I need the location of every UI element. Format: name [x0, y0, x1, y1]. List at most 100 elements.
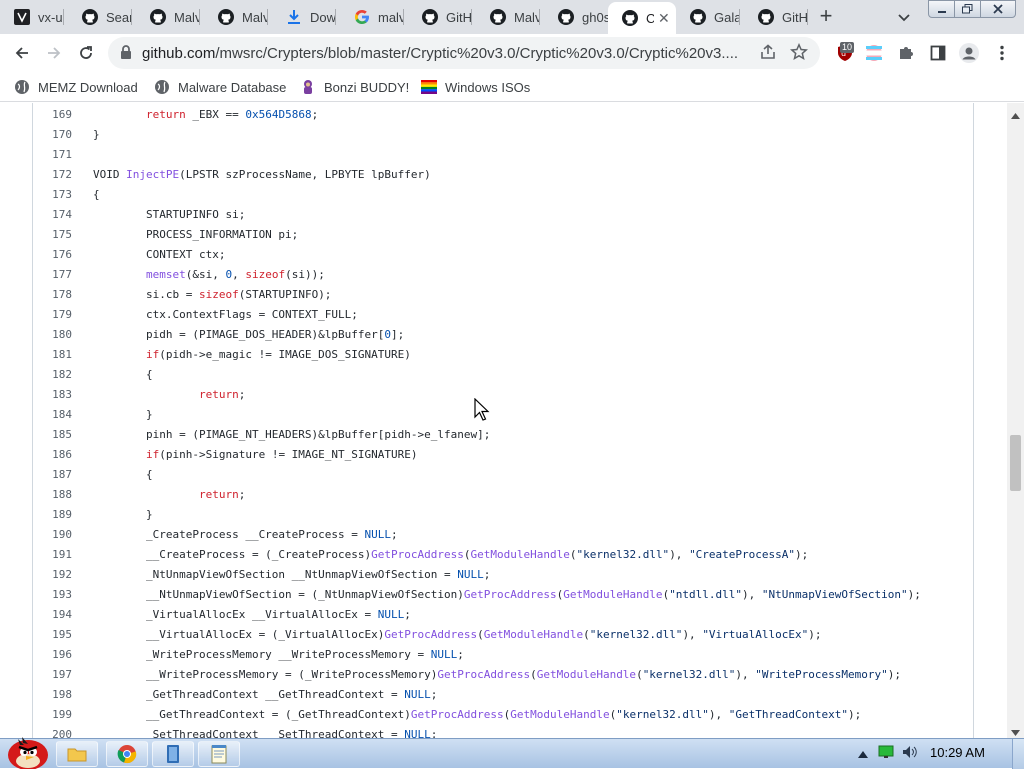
code-text: PROCESS_INFORMATION pi;: [93, 225, 298, 245]
browser-tab[interactable]: gh0s: [544, 0, 608, 34]
close-window-button[interactable]: [980, 0, 1016, 18]
browser-tab[interactable]: Dow: [272, 0, 336, 34]
line-number[interactable]: 173: [38, 185, 72, 205]
side-panel-button[interactable]: [926, 41, 950, 65]
code-token: ;: [457, 648, 464, 661]
code-line: 177 memset(&si, 0, sizeof(si));: [32, 265, 974, 285]
tab-separator: [131, 9, 132, 25]
share-icon[interactable]: [759, 43, 777, 66]
line-number[interactable]: 184: [38, 405, 72, 425]
code-text: {: [93, 365, 153, 385]
show-desktop-button[interactable]: [1012, 739, 1024, 769]
bookmark-bonzi-buddy[interactable]: Bonzi BUDDY!: [300, 77, 409, 97]
browser-tab[interactable]: vx-u: [0, 0, 64, 34]
line-number[interactable]: 190: [38, 525, 72, 545]
scroll-up-icon[interactable]: [1011, 106, 1020, 124]
line-number[interactable]: 172: [38, 165, 72, 185]
line-number[interactable]: 187: [38, 465, 72, 485]
code-text: if(pinh->Signature != IMAGE_NT_SIGNATURE…: [93, 445, 418, 465]
browser-tab[interactable]: Malv: [476, 0, 540, 34]
line-number[interactable]: 191: [38, 545, 72, 565]
bookmark-windows-isos[interactable]: Windows ISOs: [421, 77, 530, 97]
taskbar: 10:29 AM: [0, 737, 1024, 770]
line-number[interactable]: 197: [38, 665, 72, 685]
line-number[interactable]: 194: [38, 605, 72, 625]
line-number[interactable]: 198: [38, 685, 72, 705]
browser-tab[interactable]: GitH: [408, 0, 472, 34]
code-token: "WriteProcessMemory": [755, 668, 888, 681]
line-number[interactable]: 180: [38, 325, 72, 345]
line-number[interactable]: 188: [38, 485, 72, 505]
browser-tab[interactable]: Malv: [204, 0, 268, 34]
url-text[interactable]: github.com/mwsrc/Crypters/blob/master/Cr…: [142, 45, 754, 62]
line-number[interactable]: 195: [38, 625, 72, 645]
bookmark-malware-database[interactable]: Malware Database: [154, 77, 286, 97]
line-number[interactable]: 176: [38, 245, 72, 265]
github-icon: [490, 9, 506, 25]
more-vertical-icon: [1000, 45, 1004, 61]
taskbar-app[interactable]: [152, 741, 194, 767]
browser-tab[interactable]: Sear: [68, 0, 132, 34]
line-number[interactable]: 193: [38, 585, 72, 605]
line-number[interactable]: 189: [38, 505, 72, 525]
back-button[interactable]: [10, 41, 34, 65]
line-number[interactable]: 186: [38, 445, 72, 465]
volume-tray-button[interactable]: [902, 745, 918, 764]
code-token: (pidh->e_magic != IMAGE_DOS_SIGNATURE): [159, 348, 411, 361]
minimize-button[interactable]: [928, 0, 955, 18]
extensions-button[interactable]: [894, 41, 918, 65]
code-token: _CreateProcess __CreateProcess =: [93, 528, 365, 541]
line-number[interactable]: 192: [38, 565, 72, 585]
line-number[interactable]: 177: [38, 265, 72, 285]
code-token: GetProcAddress: [410, 708, 504, 721]
taskbar-explorer[interactable]: [56, 741, 98, 767]
code-line: 193 __NtUnmapViewOfSection = (_NtUnmapVi…: [32, 585, 974, 605]
browser-menu-button[interactable]: [990, 41, 1014, 65]
forward-button[interactable]: [42, 41, 66, 65]
show-hidden-icons-button[interactable]: [858, 745, 868, 763]
extension-flag[interactable]: [862, 41, 886, 65]
start-button[interactable]: [4, 731, 50, 770]
network-tray-button[interactable]: [878, 745, 894, 764]
vertical-scrollbar[interactable]: [1007, 103, 1024, 738]
browser-tab[interactable]: Malv: [136, 0, 200, 34]
bookmark-memz-download[interactable]: MEMZ Download: [14, 77, 138, 97]
line-number[interactable]: 174: [38, 205, 72, 225]
tab-separator: [539, 9, 540, 25]
tab-search-button[interactable]: [892, 5, 916, 29]
browser-tab[interactable]: GitH: [744, 0, 808, 34]
restore-button[interactable]: [954, 0, 981, 18]
line-number[interactable]: 178: [38, 285, 72, 305]
code-token: ),: [742, 588, 762, 601]
browser-tab[interactable]: C ✕: [608, 2, 676, 34]
line-number[interactable]: 170: [38, 125, 72, 145]
line-number[interactable]: 179: [38, 305, 72, 325]
browser-tab[interactable]: malv: [340, 0, 404, 34]
bookmark-star-icon[interactable]: [789, 42, 809, 66]
taskbar-clock[interactable]: 10:29 AM: [930, 745, 985, 760]
line-number[interactable]: 183: [38, 385, 72, 405]
taskbar-chrome[interactable]: [106, 741, 148, 767]
line-number[interactable]: 175: [38, 225, 72, 245]
line-number[interactable]: 171: [38, 145, 72, 165]
bookmark-label: Bonzi BUDDY!: [324, 79, 410, 95]
close-tab-icon[interactable]: ✕: [658, 10, 670, 27]
scrollbar-thumb[interactable]: [1010, 435, 1021, 491]
lock-icon[interactable]: [120, 45, 132, 64]
line-number[interactable]: 181: [38, 345, 72, 365]
code-text: si.cb = sizeof(STARTUPINFO);: [93, 285, 331, 305]
line-number[interactable]: 182: [38, 365, 72, 385]
code-text: return _EBX == 0x564D5868;: [145, 108, 319, 121]
line-number[interactable]: 199: [38, 705, 72, 725]
line-number[interactable]: 185: [38, 425, 72, 445]
line-number[interactable]: 196: [38, 645, 72, 665]
browser-tab[interactable]: Gala: [676, 0, 740, 34]
address-bar[interactable]: github.com/mwsrc/Crypters/blob/master/Cr…: [108, 37, 820, 69]
reload-button[interactable]: [74, 41, 98, 65]
new-tab-button[interactable]: +: [814, 5, 838, 29]
taskbar-notepad[interactable]: [198, 741, 240, 767]
profile-button[interactable]: [957, 41, 981, 65]
code-token: InjectPE: [126, 168, 180, 181]
line-number[interactable]: 169: [38, 105, 72, 125]
tab-title: Sear: [106, 9, 132, 25]
